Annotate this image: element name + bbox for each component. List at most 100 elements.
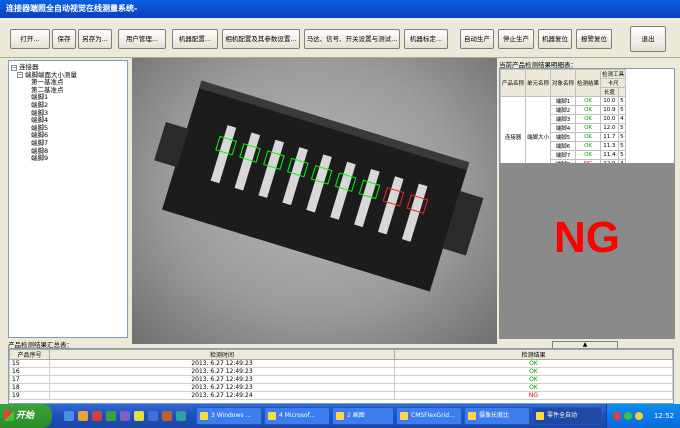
tree-item[interactable]: 端脚6 bbox=[11, 132, 125, 140]
result-pane: 当前产品检测结果明细表： 产品名称 单元名称 对象名称 检测结果 检测工具 卡尺… bbox=[497, 58, 677, 349]
detail-row[interactable]: 连接器 端脚大小 端脚1 OK 10.0 5 bbox=[500, 96, 627, 171]
verdict-text: NG bbox=[554, 213, 620, 262]
machine-calibration-button[interactable]: 机器标定... bbox=[404, 29, 448, 49]
summary-row[interactable]: 16 2013. 6.27 12:49:23 OK bbox=[9, 367, 673, 376]
app-icon[interactable] bbox=[134, 411, 144, 421]
cell-time: 2013. 6.27 12:49:23 bbox=[49, 375, 395, 384]
app-window-icon bbox=[536, 412, 544, 420]
detail-table[interactable]: 产品名称 单元名称 对象名称 检测结果 检测工具 卡尺 长度 连接器 端脚大小 端脚… bbox=[499, 68, 675, 172]
cell-time: 2013. 6.27 12:49:23 bbox=[49, 359, 395, 368]
stop-run-button[interactable]: 停止生产 bbox=[498, 29, 534, 49]
cell-index: 19 bbox=[9, 391, 50, 400]
taskbar-item-active[interactable]: 零件全自动 bbox=[532, 407, 602, 425]
tray-icon[interactable] bbox=[613, 412, 621, 420]
save-button[interactable]: 保存 bbox=[52, 29, 76, 49]
cell-extra: 4 bbox=[617, 114, 627, 124]
cell-length: 11.7 bbox=[600, 132, 619, 142]
app-icon[interactable] bbox=[148, 411, 158, 421]
collapse-icon[interactable]: − bbox=[17, 72, 23, 79]
tree-item[interactable]: 端脚9 bbox=[11, 155, 125, 163]
tree-item[interactable]: 端脚3 bbox=[11, 109, 125, 118]
app-icon[interactable] bbox=[92, 411, 102, 421]
exit-button[interactable]: 退出 bbox=[630, 26, 666, 52]
cell-extra: 5 bbox=[617, 105, 627, 115]
cell-result: OK bbox=[575, 141, 602, 151]
tree-item[interactable]: 端脚8 bbox=[11, 147, 125, 156]
cell-object: 端脚3 bbox=[550, 114, 577, 124]
taskbar-item[interactable]: 3 Windows ... bbox=[196, 407, 262, 425]
machine-config-button[interactable]: 机器配置... bbox=[172, 29, 218, 49]
summary-row[interactable]: 18 2013. 6.27 12:49:23 OK bbox=[9, 383, 673, 392]
explorer-icon[interactable] bbox=[78, 411, 88, 421]
tree-item[interactable]: 第二基准点 bbox=[11, 86, 125, 95]
windows-logo-icon bbox=[4, 411, 14, 421]
cell-result: OK bbox=[575, 114, 602, 124]
tree-item[interactable]: 第一基准点 bbox=[11, 79, 125, 87]
cell-index: 18 bbox=[9, 383, 50, 392]
app-icon[interactable] bbox=[106, 411, 116, 421]
user-management-button[interactable]: 用户管理... bbox=[118, 29, 166, 49]
verdict-panel: NG bbox=[499, 163, 675, 339]
auto-run-button[interactable]: 自动生产 bbox=[460, 29, 494, 49]
collapse-icon[interactable]: − bbox=[11, 64, 17, 71]
start-button[interactable]: 开始 bbox=[0, 404, 52, 428]
machine-reset-button[interactable]: 机器复位 bbox=[538, 29, 572, 49]
tree-item[interactable]: 端脚7 bbox=[11, 139, 125, 148]
taskbar-item[interactable]: 4 Microsof... bbox=[264, 407, 330, 425]
app-icon[interactable] bbox=[162, 411, 172, 421]
summary-row[interactable]: 17 2013. 6.27 12:49:23 OK bbox=[9, 375, 673, 384]
tree-item[interactable]: 端脚1 bbox=[11, 94, 125, 102]
camera-config-button[interactable]: 相机配置及其参数设置... bbox=[222, 29, 300, 49]
measurement-tree[interactable]: − 连接器 − 端脚端面大小测量 第一基准点 第二基准点 端脚1 端脚2 端脚3… bbox=[8, 60, 128, 338]
tray-icon[interactable] bbox=[624, 412, 632, 420]
summary-table[interactable]: 产品序号 检测时间 检测结果 15 2013. 6.27 12:49:23 OK 16… bbox=[8, 348, 674, 404]
cell-result: OK bbox=[575, 96, 602, 106]
tree-group[interactable]: − 端脚端面大小测量 bbox=[11, 71, 125, 80]
cell-index: 16 bbox=[9, 367, 50, 376]
cell-summary-result: OK bbox=[394, 359, 673, 368]
taskbar-item[interactable]: 2 画图 bbox=[332, 407, 394, 425]
col-length: 长度 bbox=[600, 87, 619, 97]
cell-object: 端脚2 bbox=[550, 105, 577, 115]
motor-signal-config-button[interactable]: 马达、信号、开关设置与测试... bbox=[304, 29, 400, 49]
cell-length: 11.3 bbox=[600, 141, 619, 151]
cell-index: 15 bbox=[9, 359, 50, 368]
col-caliper: 卡尺 bbox=[600, 78, 627, 88]
col-tool: 检测工具 bbox=[600, 69, 627, 79]
open-button[interactable]: 打开... bbox=[10, 29, 50, 49]
taskbar-item[interactable]: 摄像长度比 bbox=[464, 407, 530, 425]
folder-icon bbox=[200, 412, 208, 420]
clock: 12:52 bbox=[653, 412, 674, 420]
cell-length: 10.9 bbox=[600, 105, 619, 115]
cell-extra: 5 bbox=[617, 123, 627, 133]
save-as-button[interactable]: 另存为... bbox=[78, 29, 112, 49]
paint-icon bbox=[336, 412, 344, 420]
col-product: 产品名称 bbox=[500, 69, 527, 97]
word-icon bbox=[268, 412, 276, 420]
cell-summary-result: OK bbox=[394, 383, 673, 392]
app-window-icon bbox=[400, 412, 408, 420]
taskbar-item[interactable]: CMSFlexGrid... bbox=[396, 407, 462, 425]
tree-item[interactable]: 端脚4 bbox=[11, 117, 125, 125]
app-icon[interactable] bbox=[176, 411, 186, 421]
cell-object: 端脚5 bbox=[550, 132, 577, 142]
tree-item[interactable]: 端脚5 bbox=[11, 124, 125, 133]
cell-object: 端脚7 bbox=[550, 150, 577, 160]
cell-extra: 5 bbox=[617, 132, 627, 142]
summary-row[interactable]: 19 2013. 6.27 12:49:24 NG bbox=[9, 391, 673, 400]
volume-icon[interactable] bbox=[635, 412, 643, 420]
cell-time: 2013. 6.27 12:49:23 bbox=[49, 383, 395, 392]
summary-row[interactable]: 15 2013. 6.27 12:49:23 OK bbox=[9, 359, 673, 368]
col-summary-result: 检测结果 bbox=[394, 349, 673, 360]
alarm-reset-button[interactable]: 报警复位 bbox=[576, 29, 612, 49]
show-desktop-icon[interactable] bbox=[64, 411, 74, 421]
cell-product: 连接器 bbox=[500, 96, 527, 171]
app-icon[interactable] bbox=[120, 411, 130, 421]
system-tray: 12:52 bbox=[606, 404, 680, 428]
cell-extra: 5 bbox=[617, 150, 627, 160]
tree-item[interactable]: 端脚2 bbox=[11, 101, 125, 110]
toolbar: 打开... 保存 另存为... 用户管理... 机器配置... 相机配置及其参数… bbox=[0, 18, 680, 58]
cell-length: 10.0 bbox=[600, 114, 619, 124]
cell-result: OK bbox=[575, 150, 602, 160]
camera-image-view[interactable] bbox=[132, 58, 497, 344]
